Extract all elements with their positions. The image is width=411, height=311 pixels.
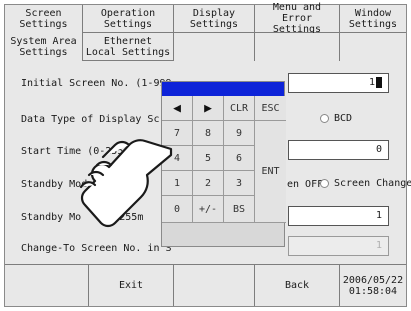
key-3[interactable]: 3 — [224, 171, 255, 196]
change-to-screen-label: Change-To Screen No. in S — [21, 243, 172, 254]
clock-display: 2006/05/22 01:58:04 — [340, 264, 406, 306]
bottom-blank — [5, 264, 89, 306]
settings-screen: Screen Settings Operation Settings Displ… — [4, 2, 411, 307]
radio-circle-icon — [320, 179, 329, 188]
radio-bcd[interactable]: BCD — [320, 113, 352, 124]
radio-screen-change-label: Screen Change — [334, 178, 411, 189]
tab-menu-error-settings[interactable]: Menu and Error Settings — [255, 2, 340, 35]
tab-ethernet-local-settings[interactable]: Ethernet Local Settings — [83, 33, 174, 61]
initial-screen-label: Initial Screen No. (1-999 — [21, 78, 172, 89]
right-arrow-key[interactable]: ▶ — [193, 96, 224, 121]
clr-key[interactable]: CLR — [224, 96, 255, 121]
tab-window-settings[interactable]: Window Settings — [340, 5, 406, 33]
left-arrow-icon: ◀ — [173, 100, 181, 116]
key-8[interactable]: 8 — [193, 121, 224, 146]
key-7[interactable]: 7 — [162, 121, 193, 146]
key-1[interactable]: 1 — [162, 171, 193, 196]
bottom-bar: Exit Back 2006/05/22 01:58:04 — [5, 264, 406, 306]
tab-blank — [174, 33, 255, 61]
numeric-keypad: ◀ ▶ CLR ESC 7 8 9 4 5 6 1 2 3 0 +/- BS E… — [161, 81, 286, 247]
keypad-title-bar[interactable] — [162, 82, 284, 96]
tab-screen-settings[interactable]: Screen Settings — [5, 5, 83, 33]
start-time-label-text: Start Time (0-255 — [21, 146, 124, 157]
esc-key[interactable]: ESC — [255, 96, 286, 121]
tab-display-settings[interactable]: Display Settings — [174, 5, 255, 33]
standby-time-label-text: Standby Mo — [21, 212, 82, 223]
radio-bcd-label: BCD — [334, 113, 353, 124]
tab-blank — [340, 33, 406, 61]
change-to-screen-input: 1 — [288, 236, 389, 256]
primary-tab-bar: Screen Settings Operation Settings Displ… — [5, 2, 406, 35]
back-button[interactable]: Back — [255, 264, 340, 306]
initial-screen-input[interactable]: 1 — [288, 73, 389, 93]
key-5[interactable]: 5 — [193, 146, 224, 171]
standby-mode-label: Standby Mode S — [21, 179, 106, 190]
plus-minus-key[interactable]: +/- — [193, 196, 224, 223]
text-cursor — [376, 76, 382, 88]
data-type-label: Data Type of Display Scre — [21, 114, 172, 125]
key-4[interactable]: 4 — [162, 146, 193, 171]
key-0[interactable]: 0 — [162, 196, 193, 223]
key-9[interactable]: 9 — [224, 121, 255, 146]
secondary-tab-bar: System Area Settings Ethernet Local Sett… — [5, 33, 406, 61]
enter-key[interactable]: ENT — [255, 121, 286, 223]
tab-system-area-settings[interactable]: System Area Settings — [5, 33, 83, 61]
standby-time-input[interactable]: 1 — [288, 206, 389, 226]
tab-blank — [255, 33, 340, 61]
bottom-blank — [174, 264, 255, 306]
key-6[interactable]: 6 — [224, 146, 255, 171]
radio-circle-icon — [320, 114, 329, 123]
standby-time-label: Standby Mo 1-255m — [21, 212, 143, 223]
start-time-input[interactable]: 0 — [288, 140, 389, 160]
radio-screen-off-label[interactable]: en OFF — [287, 179, 323, 190]
tab-operation-settings[interactable]: Operation Settings — [83, 5, 174, 33]
initial-screen-value: 1 — [368, 77, 375, 88]
key-2[interactable]: 2 — [193, 171, 224, 196]
left-arrow-key[interactable]: ◀ — [162, 96, 193, 121]
right-arrow-icon: ▶ — [204, 100, 212, 116]
exit-button[interactable]: Exit — [89, 264, 174, 306]
start-time-label: Start Time (0-255 c): — [21, 146, 157, 157]
radio-screen-change[interactable]: Screen Change — [320, 178, 411, 189]
time-text: 01:58:04 — [348, 285, 398, 297]
standby-time-label-tail: 1-255m — [107, 212, 144, 223]
backspace-key[interactable]: BS — [224, 196, 255, 223]
start-time-label-tail: c): — [139, 146, 158, 157]
date-text: 2006/05/22 — [342, 274, 404, 286]
